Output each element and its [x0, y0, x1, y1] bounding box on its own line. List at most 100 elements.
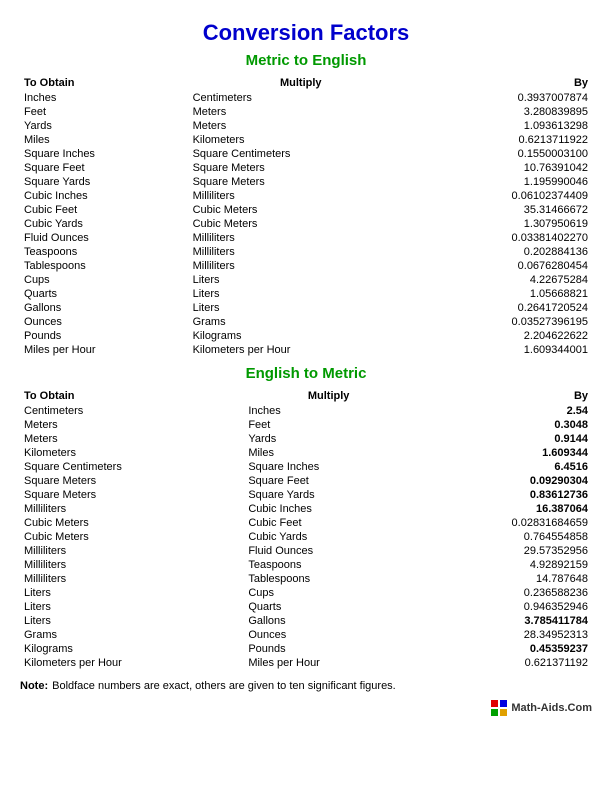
- multiply-cell: Yards: [244, 432, 413, 446]
- table-row: MillilitersCubic Inches16.387064: [20, 502, 592, 516]
- to-obtain-cell: Liters: [20, 614, 244, 628]
- multiply-cell: Cubic Meters: [189, 217, 413, 231]
- math-aids-logo: Math-Aids.Com: [491, 700, 592, 716]
- multiply-cell: Meters: [189, 105, 413, 119]
- table-row: MillilitersTeaspoons4.92892159: [20, 558, 592, 572]
- to-obtain-cell: Cubic Meters: [20, 516, 244, 530]
- multiply-cell: Tablespoons: [244, 572, 413, 586]
- table-row: MilesKilometers0.6213711922: [20, 133, 592, 147]
- main-title: Conversion Factors: [20, 20, 592, 46]
- by-cell: 0.03527396195: [413, 315, 592, 329]
- col-header-to-obtain-1: To Obtain: [20, 75, 189, 91]
- multiply-cell: Cubic Inches: [244, 502, 413, 516]
- section2-title: English to Metric: [20, 365, 592, 382]
- by-cell: 0.03381402270: [413, 231, 592, 245]
- table-row: FeetMeters3.280839895: [20, 105, 592, 119]
- to-obtain-cell: Milliliters: [20, 544, 244, 558]
- table-row: KilometersMiles1.609344: [20, 446, 592, 460]
- by-cell: 0.946352946: [413, 600, 592, 614]
- by-cell: 0.3048: [413, 418, 592, 432]
- to-obtain-cell: Cups: [20, 273, 189, 287]
- table-row: TablespoonsMilliliters0.0676280454: [20, 259, 592, 273]
- note-section: Note: Boldface numbers are exact, others…: [20, 680, 592, 692]
- multiply-cell: Miles: [244, 446, 413, 460]
- multiply-cell: Square Feet: [244, 474, 413, 488]
- multiply-cell: Milliliters: [189, 245, 413, 259]
- table-row: Cubic InchesMilliliters0.06102374409: [20, 189, 592, 203]
- to-obtain-cell: Miles: [20, 133, 189, 147]
- table-row: TeaspoonsMilliliters0.202884136: [20, 245, 592, 259]
- to-obtain-cell: Gallons: [20, 301, 189, 315]
- table-row: OuncesGrams0.03527396195: [20, 315, 592, 329]
- to-obtain-cell: Square Meters: [20, 488, 244, 502]
- by-cell: 1.609344: [413, 446, 592, 460]
- to-obtain-cell: Yards: [20, 119, 189, 133]
- note-text: Boldface numbers are exact, others are g…: [52, 680, 396, 692]
- table-row: MillilitersTablespoons14.787648: [20, 572, 592, 586]
- to-obtain-cell: Grams: [20, 628, 244, 642]
- table-row: LitersGallons3.785411784: [20, 614, 592, 628]
- logo-text: Math-Aids.Com: [511, 702, 592, 714]
- to-obtain-cell: Cubic Meters: [20, 530, 244, 544]
- by-cell: 0.0676280454: [413, 259, 592, 273]
- logo-icon: [491, 700, 507, 716]
- table-row: YardsMeters1.093613298: [20, 119, 592, 133]
- multiply-cell: Milliliters: [189, 259, 413, 273]
- to-obtain-cell: Square Feet: [20, 161, 189, 175]
- note-label: Note:: [20, 680, 48, 692]
- by-cell: 1.05668821: [413, 287, 592, 301]
- table-row: QuartsLiters1.05668821: [20, 287, 592, 301]
- to-obtain-cell: Tablespoons: [20, 259, 189, 273]
- table-row: LitersCups0.236588236: [20, 586, 592, 600]
- by-cell: 0.45359237: [413, 642, 592, 656]
- table-row: CupsLiters4.22675284: [20, 273, 592, 287]
- english-to-metric-table: To Obtain Multiply By CentimetersInches2…: [20, 388, 592, 670]
- to-obtain-cell: Pounds: [20, 329, 189, 343]
- to-obtain-cell: Fluid Ounces: [20, 231, 189, 245]
- to-obtain-cell: Cubic Inches: [20, 189, 189, 203]
- multiply-cell: Miles per Hour: [244, 656, 413, 670]
- multiply-cell: Square Inches: [244, 460, 413, 474]
- by-cell: 0.02831684659: [413, 516, 592, 530]
- section1-title: Metric to English: [20, 52, 592, 69]
- by-cell: 2.204622622: [413, 329, 592, 343]
- multiply-cell: Ounces: [244, 628, 413, 642]
- multiply-cell: Cubic Feet: [244, 516, 413, 530]
- to-obtain-cell: Inches: [20, 91, 189, 105]
- by-cell: 14.787648: [413, 572, 592, 586]
- to-obtain-cell: Feet: [20, 105, 189, 119]
- table-row: MetersFeet0.3048: [20, 418, 592, 432]
- to-obtain-cell: Kilometers: [20, 446, 244, 460]
- table-row: Cubic MetersCubic Feet0.02831684659: [20, 516, 592, 530]
- multiply-cell: Square Meters: [189, 175, 413, 189]
- col-header-to-obtain-2: To Obtain: [20, 388, 244, 404]
- to-obtain-cell: Ounces: [20, 315, 189, 329]
- table-row: Cubic MetersCubic Yards0.764554858: [20, 530, 592, 544]
- table-row: GramsOunces28.34952313: [20, 628, 592, 642]
- by-cell: 16.387064: [413, 502, 592, 516]
- table-row: Square MetersSquare Feet0.09290304: [20, 474, 592, 488]
- by-cell: 0.06102374409: [413, 189, 592, 203]
- by-cell: 35.31466672: [413, 203, 592, 217]
- multiply-cell: Meters: [189, 119, 413, 133]
- by-cell: 0.09290304: [413, 474, 592, 488]
- col-header-multiply-1: Multiply: [189, 75, 413, 91]
- multiply-cell: Centimeters: [189, 91, 413, 105]
- by-cell: 6.4516: [413, 460, 592, 474]
- to-obtain-cell: Kilometers per Hour: [20, 656, 244, 670]
- by-cell: 0.6213711922: [413, 133, 592, 147]
- by-cell: 1.307950619: [413, 217, 592, 231]
- by-cell: 0.621371192: [413, 656, 592, 670]
- multiply-cell: Pounds: [244, 642, 413, 656]
- to-obtain-cell: Meters: [20, 432, 244, 446]
- multiply-cell: Liters: [189, 287, 413, 301]
- multiply-cell: Cubic Meters: [189, 203, 413, 217]
- multiply-cell: Quarts: [244, 600, 413, 614]
- table-row: Square InchesSquare Centimeters0.1550003…: [20, 147, 592, 161]
- multiply-cell: Kilometers per Hour: [189, 343, 413, 357]
- by-cell: 0.1550003100: [413, 147, 592, 161]
- table-row: LitersQuarts0.946352946: [20, 600, 592, 614]
- multiply-cell: Milliliters: [189, 231, 413, 245]
- table-row: Square FeetSquare Meters10.76391042: [20, 161, 592, 175]
- metric-to-english-table: To Obtain Multiply By InchesCentimeters0…: [20, 75, 592, 357]
